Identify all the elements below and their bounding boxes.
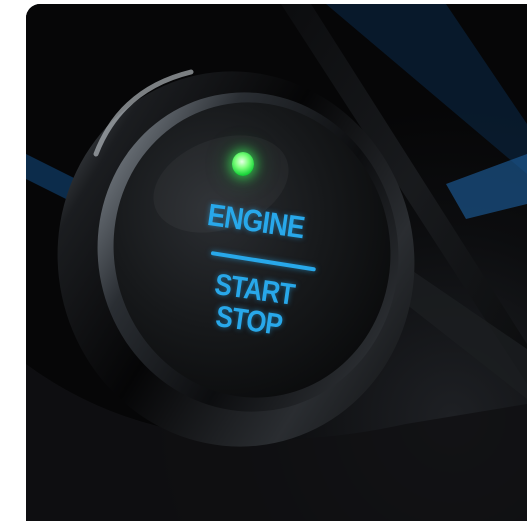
engine-button-photo	[26, 4, 527, 521]
photo-frame: ENGINE START STOP	[26, 4, 527, 521]
